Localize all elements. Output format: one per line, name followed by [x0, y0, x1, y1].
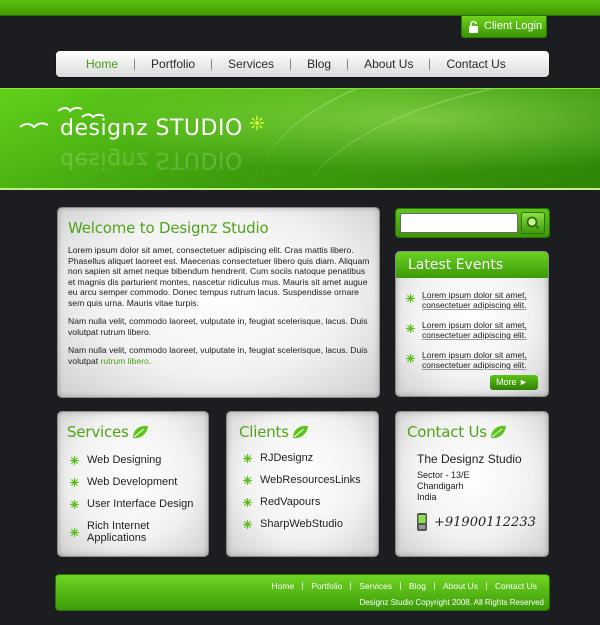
flower-icon [250, 116, 265, 130]
latest-events-title: Latest Events [396, 252, 548, 278]
footer-link-blog[interactable]: Blog [401, 581, 434, 591]
nav-portfolio[interactable]: Portfolio [135, 51, 211, 77]
contact-heading: Contact Us [407, 423, 507, 441]
welcome-text: Lorem ipsum dolor sit amet, consectetuer… [68, 245, 371, 374]
search-icon [526, 216, 540, 230]
nav-services[interactable]: Services [212, 51, 290, 77]
footer: Home Portfolio Services Blog About Us Co… [55, 574, 550, 611]
star-bullet-icon [243, 475, 252, 485]
main-nav: Home Portfolio Services Blog About Us Co… [56, 51, 549, 77]
star-bullet-icon [406, 354, 415, 363]
logo[interactable]: designz STUDIO [60, 116, 265, 141]
welcome-paragraph: Nam nulla velit, commodo laoreet, vulput… [68, 345, 371, 366]
client-login-button[interactable]: Client Login [461, 16, 547, 38]
footer-link-about-us[interactable]: About Us [435, 581, 486, 591]
logo-text: designz STUDIO [60, 116, 243, 141]
welcome-paragraph: Lorem ipsum dolor sit amet, consectetuer… [68, 245, 370, 308]
event-text: Lorem ipsum dolor sit amet, consectetuer… [422, 290, 527, 310]
services-title: Services [67, 423, 129, 441]
service-item[interactable]: Web Designing [70, 454, 161, 466]
event-text: Lorem ipsum dolor sit amet, consectetuer… [422, 350, 527, 370]
event-item[interactable]: Lorem ipsum dolor sit amet, consectetuer… [406, 350, 540, 370]
arrow-right-icon: ► [519, 377, 528, 387]
star-bullet-icon [406, 324, 415, 333]
nav-contact-us[interactable]: Contact Us [430, 51, 521, 77]
phone-icon [417, 513, 427, 531]
leaf-icon [490, 425, 506, 439]
phone-number: +91900112233 [434, 514, 536, 530]
event-item[interactable]: Lorem ipsum dolor sit amet, consectetuer… [406, 320, 540, 340]
logo-reflection: designz STUDIO [60, 147, 243, 172]
service-label: User Interface Design [87, 498, 194, 510]
search-box [395, 208, 550, 238]
welcome-panel: Welcome to Designz Studio Lorem ipsum do… [57, 207, 380, 398]
leaf-icon [292, 425, 308, 439]
more-label: More [496, 377, 517, 387]
copyright: Designz Studio Copyright 2008. All Right… [359, 598, 544, 607]
service-item[interactable]: Rich Internet Applications [70, 520, 208, 544]
footer-link-contact-us[interactable]: Contact Us [487, 581, 545, 591]
star-bullet-icon [243, 497, 252, 507]
client-label: RJDesignz [260, 452, 314, 464]
contact-address: The Designz Studio Sector - 13/E Chandig… [417, 452, 522, 503]
star-bullet-icon [243, 453, 252, 463]
event-item[interactable]: Lorem ipsum dolor sit amet, consectetuer… [406, 290, 540, 310]
rutrum-libero-link[interactable]: rutrum libero [101, 356, 149, 366]
client-label: SharpWebStudio [260, 518, 343, 530]
nav-about-us[interactable]: About Us [348, 51, 429, 77]
contact-title: Contact Us [407, 423, 487, 441]
client-login-label: Client Login [484, 20, 543, 32]
contact-panel: Contact Us The Designz Studio Sector - 1… [395, 411, 549, 557]
star-bullet-icon [243, 519, 252, 529]
hero-banner: designz STUDIO designz STUDIO [0, 88, 600, 190]
client-item[interactable]: RedVapours [243, 496, 320, 508]
client-item[interactable]: WebResourcesLinks [243, 474, 361, 486]
nav-blog[interactable]: Blog [291, 51, 347, 77]
star-bullet-icon [406, 294, 415, 303]
welcome-paragraph-end: . [148, 355, 152, 366]
clients-heading: Clients [239, 423, 309, 441]
search-input[interactable] [400, 213, 518, 233]
footer-link-services[interactable]: Services [351, 581, 400, 591]
services-heading: Services [67, 423, 149, 441]
star-bullet-icon [70, 527, 79, 537]
welcome-title: Welcome to Designz Studio [68, 219, 269, 237]
latest-events-panel: Latest Events Lorem ipsum dolor sit amet… [395, 251, 549, 397]
footer-link-home[interactable]: Home [264, 581, 303, 591]
client-label: WebResourcesLinks [260, 474, 361, 486]
star-bullet-icon [70, 455, 79, 465]
event-text: Lorem ipsum dolor sit amet, consectetuer… [422, 320, 527, 340]
more-button[interactable]: More ► [490, 375, 538, 390]
address-line: India [417, 492, 437, 502]
services-panel: Services Web Designing Web Development U… [57, 411, 209, 557]
clients-panel: Clients RJDesignz WebResourcesLinks RedV… [226, 411, 379, 557]
address-line: Chandigarh [417, 481, 464, 491]
service-label: Web Development [87, 476, 178, 488]
client-item[interactable]: SharpWebStudio [243, 518, 343, 530]
star-bullet-icon [70, 477, 79, 487]
address-line: Sector - 13/E [417, 470, 470, 480]
lock-icon [469, 20, 478, 33]
star-bullet-icon [70, 499, 79, 509]
client-item[interactable]: RJDesignz [243, 452, 313, 464]
service-label: Web Designing [87, 454, 162, 466]
top-strip [0, 0, 600, 16]
footer-nav: Home Portfolio Services Blog About Us Co… [264, 581, 546, 591]
footer-link-portfolio[interactable]: Portfolio [303, 581, 350, 591]
service-item[interactable]: Web Development [70, 476, 177, 488]
service-label: Rich Internet Applications [87, 520, 150, 544]
nav-home[interactable]: Home [70, 51, 134, 77]
welcome-paragraph: Nam nulla velit, commodo laoreet, vulput… [68, 316, 368, 337]
company-name: The Designz Studio [417, 452, 522, 466]
phone-row: +91900112233 [414, 512, 536, 532]
leaf-icon [132, 425, 148, 439]
search-button[interactable] [521, 212, 545, 234]
client-label: RedVapours [260, 496, 321, 508]
service-item[interactable]: User Interface Design [70, 498, 193, 510]
clients-title: Clients [239, 423, 289, 441]
